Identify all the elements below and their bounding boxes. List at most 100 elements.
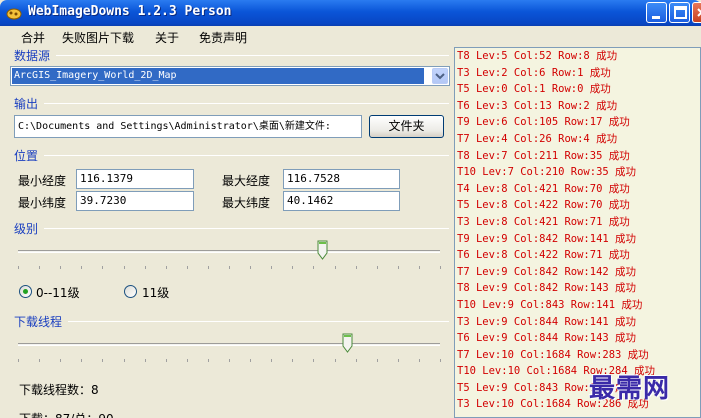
slider-tick (81, 359, 82, 362)
datasource-selected-value: ArcGIS_Imagery_World_2D_Map (12, 68, 424, 84)
position-group-label: 位置 (14, 149, 39, 163)
dropdown-button[interactable] (432, 68, 448, 84)
log-line: T9 Lev:6 Col:105 Row:17 成功 (457, 116, 630, 129)
log-line: T7 Lev:10 Col:1684 Row:283 成功 (457, 348, 649, 361)
output-divider (44, 103, 449, 104)
slider-tick (145, 359, 146, 362)
slider-tick (440, 266, 441, 269)
slider-tick (166, 359, 167, 362)
slider-tick (419, 266, 420, 269)
slider-tick (60, 359, 61, 362)
output-path-field[interactable]: C:\Documents and Settings\Administrator\… (14, 115, 362, 138)
datasource-group-label: 数据源 (14, 49, 51, 63)
slider-tick (166, 266, 167, 269)
folder-button[interactable]: 文件夹 (369, 115, 444, 138)
slider-tick (313, 359, 314, 362)
threads-slider-track[interactable] (18, 343, 440, 346)
minimize-button[interactable] (646, 2, 667, 23)
slider-tick (292, 359, 293, 362)
threads-divider (68, 321, 449, 322)
slider-tick (208, 266, 209, 269)
datasource-select[interactable]: ArcGIS_Imagery_World_2D_Map (10, 66, 450, 86)
threads-slider-thumb[interactable] (342, 333, 353, 353)
log-line: T6 Lev:3 Col:13 Row:2 成功 (457, 99, 618, 112)
min-lat-field[interactable]: 39.7230 (76, 191, 194, 211)
close-button[interactable] (692, 2, 701, 23)
slider-tick (292, 266, 293, 269)
log-line: T3 Lev:8 Col:421 Row:71 成功 (457, 215, 630, 228)
slider-tick (250, 359, 251, 362)
slider-tick (124, 266, 125, 269)
chevron-down-icon (435, 73, 445, 80)
maximize-icon (674, 6, 687, 19)
level-group-label: 级别 (14, 222, 39, 236)
log-line: T8 Lev:5 Col:52 Row:8 成功 (457, 50, 618, 62)
window-title: WebImageDowns 1.2.3 Person (28, 4, 232, 19)
slider-tick (377, 266, 378, 269)
slider-tick (271, 266, 272, 269)
slider-tick (398, 266, 399, 269)
slider-tick (313, 266, 314, 269)
log-line: T7 Lev:9 Col:842 Row:142 成功 (457, 265, 637, 278)
slider-tick (102, 359, 103, 362)
slider-tick (187, 359, 188, 362)
watermark: 最需网 (589, 374, 671, 404)
slider-tick (335, 359, 336, 362)
datasource-divider (56, 55, 449, 56)
threads-group-label: 下载线程 (14, 315, 63, 329)
level-radio-range-label: 0--11级 (36, 286, 80, 300)
slider-tick (145, 266, 146, 269)
log-line: T3 Lev:2 Col:6 Row:1 成功 (457, 66, 611, 79)
slider-tick (18, 359, 19, 362)
slider-tick (39, 266, 40, 269)
slider-tick (187, 266, 188, 269)
slider-tick (208, 359, 209, 362)
minimize-icon (652, 16, 660, 19)
min-lon-field[interactable]: 116.1379 (76, 169, 194, 189)
log-line: T5 Lev:8 Col:422 Row:70 成功 (457, 199, 630, 212)
log-line: T8 Lev:9 Col:842 Row:143 成功 (457, 282, 637, 295)
min-lon-label: 最小经度 (18, 174, 67, 188)
max-lon-label: 最大经度 (222, 174, 271, 188)
slider-tick (419, 359, 420, 362)
log-line: T5 Lev:0 Col:1 Row:0 成功 (457, 83, 611, 96)
menu-merge[interactable]: 合并 (21, 29, 45, 46)
slider-tick (18, 266, 19, 269)
level-radio-single[interactable] (124, 285, 137, 298)
slider-tick (39, 359, 40, 362)
close-icon (697, 8, 701, 17)
app-icon (6, 8, 22, 20)
level-slider-track[interactable] (18, 250, 440, 253)
min-lat-label: 最小纬度 (18, 196, 67, 210)
slider-tick (377, 359, 378, 362)
slider-tick (102, 266, 103, 269)
slider-tick (356, 359, 357, 362)
title-bar[interactable]: WebImageDowns 1.2.3 Person (0, 0, 701, 26)
level-radio-range[interactable] (19, 285, 32, 298)
slider-tick (229, 266, 230, 269)
log-panel[interactable]: T8 Lev:5 Col:52 Row:8 成功 T3 Lev:2 Col:6 R… (454, 47, 701, 418)
log-line: T10 Lev:7 Col:210 Row:35 成功 (457, 166, 637, 179)
slider-tick (356, 266, 357, 269)
level-radio-single-label: 11级 (142, 286, 170, 300)
slider-tick (250, 266, 251, 269)
log-line: T6 Lev:8 Col:422 Row:71 成功 (457, 249, 630, 262)
menu-failed-download[interactable]: 失败图片下载 (62, 29, 134, 46)
log-line: T7 Lev:4 Col:26 Row:4 成功 (457, 132, 618, 145)
slider-tick (60, 266, 61, 269)
level-slider-thumb[interactable] (317, 240, 328, 260)
maximize-button[interactable] (669, 2, 690, 23)
output-group-label: 输出 (14, 97, 39, 111)
max-lat-label: 最大纬度 (222, 196, 271, 210)
log-line: T6 Lev:9 Col:844 Row:143 成功 (457, 332, 637, 345)
max-lat-field[interactable]: 40.1462 (283, 191, 400, 211)
slider-tick (124, 359, 125, 362)
log-line: T8 Lev:7 Col:211 Row:35 成功 (457, 149, 630, 162)
log-line: T3 Lev:9 Col:844 Row:141 成功 (457, 315, 637, 328)
menu-about[interactable]: 关于 (155, 29, 179, 46)
slider-tick (229, 359, 230, 362)
log-line: T4 Lev:8 Col:421 Row:70 成功 (457, 182, 630, 195)
log-line: T10 Lev:9 Col:843 Row:141 成功 (457, 298, 643, 311)
menu-disclaimer[interactable]: 免责声明 (199, 29, 247, 46)
max-lon-field[interactable]: 116.7528 (283, 169, 400, 189)
